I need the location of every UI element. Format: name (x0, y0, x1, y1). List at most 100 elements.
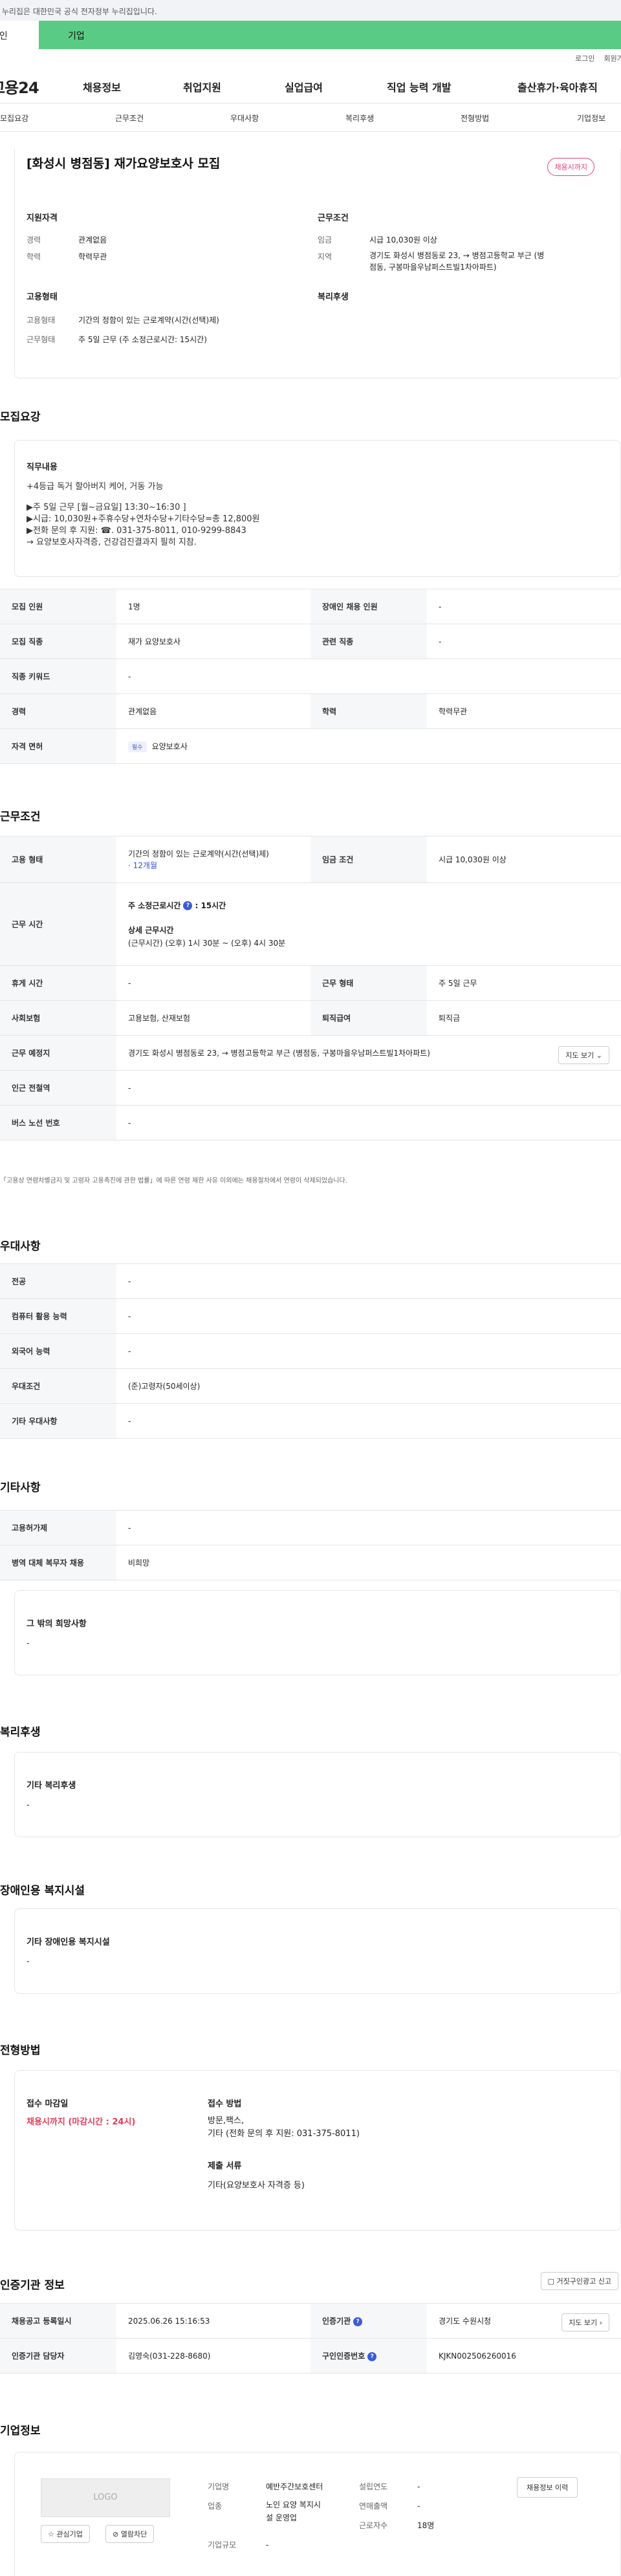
company-revenue: 연매출액 - (359, 2502, 420, 2511)
deadline-value: 채용시까지 (마감시간 : 24시) (27, 2117, 136, 2127)
help-icon[interactable]: ? (367, 2352, 377, 2361)
table-row: 인근 전철역 - (0, 1070, 621, 1106)
cell-label: 외국어 능력 (0, 1333, 116, 1369)
duty-line: → 요양보호사자격증, 건강검진결과지 필히 지참. (27, 538, 197, 547)
cell-label: 관련 직종 (310, 624, 427, 659)
cell-label: 컴퓨터 활용 능력 (0, 1298, 116, 1334)
gnb-item-training[interactable]: 직업 능력 개발 (387, 79, 451, 94)
company-logo-placeholder: LOGO (41, 2478, 170, 2517)
help-icon[interactable]: ? (353, 2317, 363, 2326)
block-view-button[interactable]: ⊘ 열람차단 (105, 2525, 155, 2543)
block-icon: ⊘ (113, 2530, 119, 2538)
anchor-tab-process[interactable]: 전형방법 (461, 113, 489, 124)
gnb-item-unemployment-benefit[interactable]: 실업급여 (285, 79, 323, 94)
cell-label: 휴게 시간 (0, 965, 116, 1001)
company-box: LOGO ☆ 관심기업 ⊘ 열람차단 기업명 예반주간보호센터 업종 노인 요양 복… (14, 2452, 621, 2576)
welfare-box-value: - (27, 1800, 30, 1810)
job-title: [화성시 병점동] 재가요양보호사 모집 (27, 157, 221, 171)
false-ad-report-button[interactable]: ▢ 거짓구인광고 신고 (540, 2272, 618, 2290)
service-tabs: 개인 기업 (0, 21, 621, 49)
gnb-item-jobs[interactable]: 채용정보 (83, 79, 121, 94)
summary-region: 지역 경기도 화성시 병점동로 23, → 병점고등학교 부근 (병 점동, 구봉마… (318, 251, 545, 272)
company-industry: 업종 노인 요양 복지시 설 운영업 (208, 2500, 321, 2522)
job-summary-card: [화성시 병점동] 재가요양보호사 모집 채용시까지 지원자격 경력 관계없음 학… (14, 149, 621, 378)
duty-box: 직무내용 +4등급 독거 할아버지 케어, 거동 가능 ▶주 5일 근무 [월~… (14, 440, 621, 577)
duty-line: ▶전화 문의 후 지원: ☎. 031-375-8011, 010-9299-8… (27, 526, 246, 536)
join-link[interactable]: 회원가입 (604, 54, 621, 63)
star-icon: ☆ (48, 2530, 54, 2538)
cell-value: - (427, 624, 621, 659)
duty-line (27, 493, 609, 502)
agency-heading: 인증기관 정보 (0, 2279, 65, 2292)
conditions-heading: 근무조건 (318, 213, 349, 223)
table-row: 모집 직종 재가 요양보호사 관련 직종 - (0, 624, 621, 659)
cell-label: 병역 대체 복무자 채용 (0, 1545, 116, 1580)
table-row: 모집 인원 1명 장애인 채용 인원 - (0, 589, 621, 624)
cell-label: 모집 인원 (0, 589, 116, 624)
cell-label: 퇴직급여 (310, 1000, 427, 1036)
gnb-item-parental-leave[interactable]: 출산휴가·육아휴직 (518, 79, 598, 94)
cell-value: 비희망 (116, 1545, 621, 1580)
recruit-table: 모집 인원 1명 장애인 채용 인원 - 모집 직종 재가 요양보호사 관련 직… (0, 589, 621, 764)
cell-label: 기타 우대사항 (0, 1403, 116, 1439)
preference-table: 전공 - 컴퓨터 활용 능력 - 외국어 능력 - 우대조건 (준)고령자(50세이상)… (0, 1263, 621, 1439)
cell-label: 자격 면허 (0, 728, 116, 764)
required-chip: 필수 (128, 741, 147, 752)
process-box: 접수 마감일 채용시까지 (마감시간 : 24시) 접수 방법 방문,팩스, 기타… (14, 2070, 621, 2231)
cell-value: 기간의 정함이 있는 근로계약(시간(선택)제) · 12개월 (116, 836, 310, 883)
cell-value: 필수 요양보호사 (116, 728, 621, 764)
cell-value: - (116, 965, 310, 1001)
recruit-heading: 모집요강 (0, 411, 41, 424)
company-heading: 기업정보 (0, 2425, 41, 2438)
anchor-tab-recruit[interactable]: 모집요강 (0, 113, 28, 124)
anchor-tab-conditions[interactable]: 근무조건 (115, 113, 144, 124)
duty-line: ▶주 5일 근무 [월~금요일] 13:30~16:30 ] (27, 503, 186, 512)
cell-label: 버스 노선 번호 (0, 1105, 116, 1141)
table-row: 직종 키워드 - (0, 659, 621, 694)
map-view-button[interactable]: 지도 보기 ⌄ (558, 1046, 609, 1064)
tab-personal[interactable]: 개인 (0, 21, 39, 49)
summary-work-schedule: 근무형태 주 5일 근무 (주 소정근로시간: 15시간) (27, 335, 207, 344)
cell-value: 경기도 화성시 병점동로 23, → 병점고등학교 부근 (병점동, 구봉마을우… (116, 1035, 621, 1071)
cell-value: 고용보험, 산재보험 (116, 1000, 310, 1036)
gnb-item-employment-support[interactable]: 취업지원 (183, 79, 221, 94)
cell-value: 경기도 수원시청 지도 보기 › (427, 2303, 621, 2339)
table-row: 인증기관 담당자 김영숙(031-228-8680) 구인인증번호? KJKN0… (0, 2338, 621, 2374)
cell-label: 인근 전철역 (0, 1070, 116, 1106)
login-link[interactable]: 로그인 (575, 54, 594, 63)
summary-employment-type: 고용형태 기간의 정함이 있는 근로계약(시간(선택)제) (27, 316, 219, 325)
table-row: 버스 노선 번호 - (0, 1105, 621, 1141)
other-wishes-box: 그 밖의 희망사항 - (14, 1590, 621, 1675)
cell-label: 인증기관 담당자 (0, 2338, 116, 2374)
anchor-tab-company[interactable]: 기업정보 (577, 113, 605, 124)
cell-label: 장애인 채용 인원 (310, 589, 427, 624)
cell-value: - (116, 1105, 621, 1141)
age-notice: 「고용상 연령차별금지 및 고령자 고용촉진에 관한 법률」에 따른 연령 제한… (0, 1177, 347, 1184)
chevron-down-icon: ⌄ (596, 1051, 602, 1060)
hiring-history-button[interactable]: 채용정보 이력 (517, 2477, 578, 2498)
method-value: 방문,팩스, 기타 (전화 문의 후 지원: 031-375-8011) (208, 2116, 360, 2139)
cell-label: 고용허가제 (0, 1510, 116, 1545)
cell-value: - (116, 1070, 621, 1106)
anchor-tab-welfare[interactable]: 복리후생 (345, 113, 374, 124)
cell-value: 김영숙(031-228-8680) (116, 2338, 310, 2374)
cell-value: - (116, 1263, 621, 1299)
agency-map-button[interactable]: 지도 보기 › (561, 2313, 609, 2331)
table-row: 컴퓨터 활용 능력 - (0, 1298, 621, 1334)
cell-value: 주 5일 근무 (427, 965, 621, 1001)
welfare-heading: 복리후생 (0, 1726, 41, 1739)
welfare-box: 기타 복리후생 - (14, 1752, 621, 1837)
cell-label: 근무 시간 (0, 882, 116, 966)
welfare-box-title: 기타 복리후생 (27, 1781, 76, 1791)
help-icon[interactable]: ? (183, 901, 193, 910)
deadline-badge: 채용시까지 (547, 158, 594, 176)
qualification-heading: 지원자격 (27, 213, 58, 223)
site-logo[interactable]: 고용24 (0, 75, 39, 98)
disability-heading: 장애인용 복지시설 (0, 1884, 85, 1897)
anchor-tab-preference[interactable]: 우대사항 (230, 113, 259, 124)
table-row: 전공 - (0, 1263, 621, 1299)
table-row: 경력 관계없음 학력 학력무관 (0, 693, 621, 729)
tab-business[interactable]: 기업 (39, 21, 621, 49)
table-row: 외국어 능력 - (0, 1333, 621, 1369)
interest-company-button[interactable]: ☆ 관심기업 (41, 2525, 90, 2543)
